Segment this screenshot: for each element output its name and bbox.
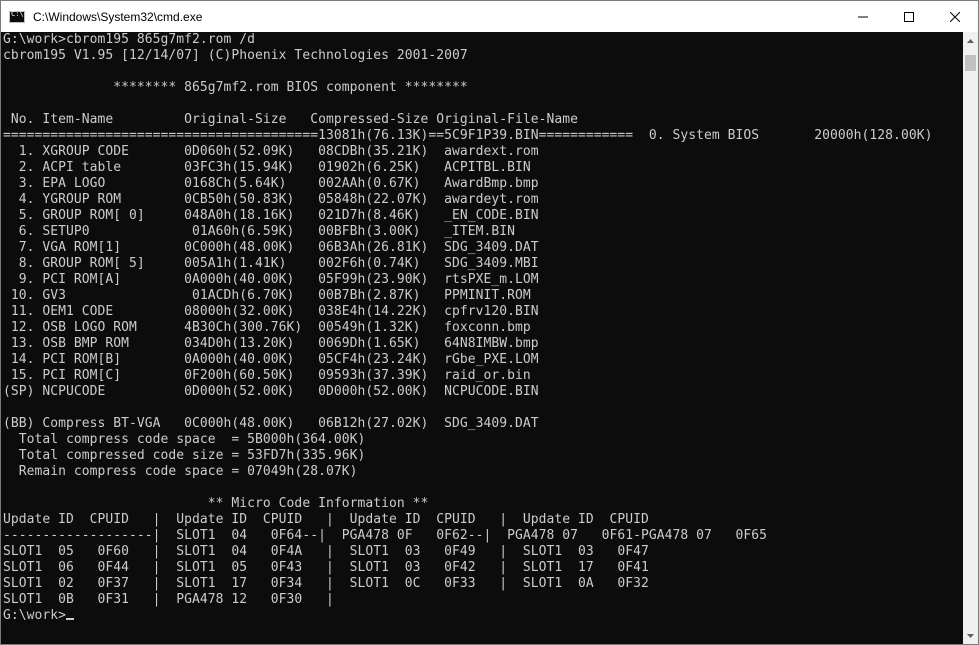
text-cursor [66, 618, 75, 620]
scroll-down-arrow-icon [967, 633, 974, 638]
cmd-app-icon [9, 10, 25, 23]
console-line: Total compressed code size = 53FD7h(335.… [3, 448, 366, 463]
console-line: 11. OEM1 CODE 08000h(32.00K) 038E4h(14.2… [3, 304, 539, 319]
close-button[interactable] [932, 1, 978, 32]
console-line: (BB) Compress BT-VGA 0C000h(48.00K) 06B1… [3, 416, 539, 431]
title-bar[interactable]: C:\Windows\System32\cmd.exe [1, 1, 978, 32]
console-line: 6. SETUP0 01A60h(6.59K) 00BFBh(3.00K) _I… [3, 224, 515, 239]
console-line: 10. GV3 01ACDh(6.70K) 00B7Bh(2.87K) PPMI… [3, 288, 531, 303]
close-icon [950, 11, 960, 22]
console-line: 15. PCI ROM[C] 0F200h(60.50K) 09593h(37.… [3, 368, 531, 383]
console-line: ** Micro Code Information ** [3, 496, 429, 511]
console-line: SLOT1 02 0F37 | SLOT1 17 0F34 | SLOT1 0C… [3, 576, 649, 591]
console-line: Update ID CPUID | Update ID CPUID | Upda… [3, 512, 649, 527]
console-line: -------------------| SLOT1 04 0F64--| PG… [3, 528, 768, 543]
console-line: 4. YGROUP ROM 0CB50h(50.83K) 05848h(22.0… [3, 192, 539, 207]
console-line: No. Item-Name Original-Size Compressed-S… [3, 112, 578, 127]
console-line: G:\work> [3, 608, 963, 624]
window-controls [840, 1, 978, 32]
console-output[interactable]: G:\work>cbrom195 865g7mf2.rom /d cbrom195… [1, 32, 963, 644]
console-line: 7. VGA ROM[1] 0C000h(48.00K) 06B3Ah(26.8… [3, 240, 539, 255]
console-line: Remain compress code space = 07049h(28.0… [3, 464, 358, 479]
console-line: 12. OSB LOGO ROM 4B30Ch(300.76K) 00549h(… [3, 320, 531, 335]
console-line: ========================================… [3, 128, 933, 143]
console-line: 9. PCI ROM[A] 0A000h(40.00K) 05F99h(23.9… [3, 272, 539, 287]
maximize-button[interactable] [886, 1, 932, 32]
scroll-up-arrow-icon [967, 38, 974, 43]
scrollbar-thumb[interactable] [965, 55, 976, 71]
console-line: Total compress code space = 5B000h(364.0… [3, 432, 366, 447]
console-line: 14. PCI ROM[B] 0A000h(40.00K) 05CF4h(23.… [3, 352, 539, 367]
scroll-down-button[interactable] [963, 627, 978, 644]
minimize-button[interactable] [840, 1, 886, 32]
console-line: G:\work>cbrom195 865g7mf2.rom /d [3, 32, 256, 47]
cmd-window: C:\Windows\System32\cmd.exe G:\work>cbr [0, 0, 979, 645]
console-line: 1. XGROUP CODE 0D060h(52.09K) 08CDBh(35.… [3, 144, 539, 159]
console-line: 5. GROUP ROM[ 0] 048A0h(18.16K) 021D7h(8… [3, 208, 539, 223]
console-line: cbrom195 V1.95 [12/14/07] (C)Phoenix Tec… [3, 48, 468, 63]
console-line: 3. EPA LOGO 0168Ch(5.64K) 002AAh(0.67K) … [3, 176, 539, 191]
minimize-icon [858, 16, 868, 17]
console-line: SLOT1 0B 0F31 | PGA478 12 0F30 | [3, 592, 334, 607]
vertical-scrollbar[interactable] [963, 32, 978, 644]
console-line: 13. OSB BMP ROM 034D0h(13.20K) 0069Dh(1.… [3, 336, 539, 351]
console-line: SLOT1 06 0F44 | SLOT1 05 0F43 | SLOT1 03… [3, 560, 649, 575]
console-line: SLOT1 05 0F60 | SLOT1 04 0F4A | SLOT1 03… [3, 544, 649, 559]
window-title: C:\Windows\System32\cmd.exe [33, 9, 203, 24]
console-line: ******** 865g7mf2.rom BIOS component ***… [3, 80, 468, 95]
console-text: G:\work>cbrom195 865g7mf2.rom /d cbrom195… [1, 32, 963, 624]
console-line: 8. GROUP ROM[ 5] 005A1h(1.41K) 002F6h(0.… [3, 256, 539, 271]
console-line: 2. ACPI table 03FC3h(15.94K) 01902h(6.25… [3, 160, 531, 175]
maximize-icon [904, 11, 914, 22]
scroll-up-button[interactable] [963, 32, 978, 49]
console-line: (SP) NCPUCODE 0D000h(52.00K) 0D000h(52.0… [3, 384, 539, 399]
